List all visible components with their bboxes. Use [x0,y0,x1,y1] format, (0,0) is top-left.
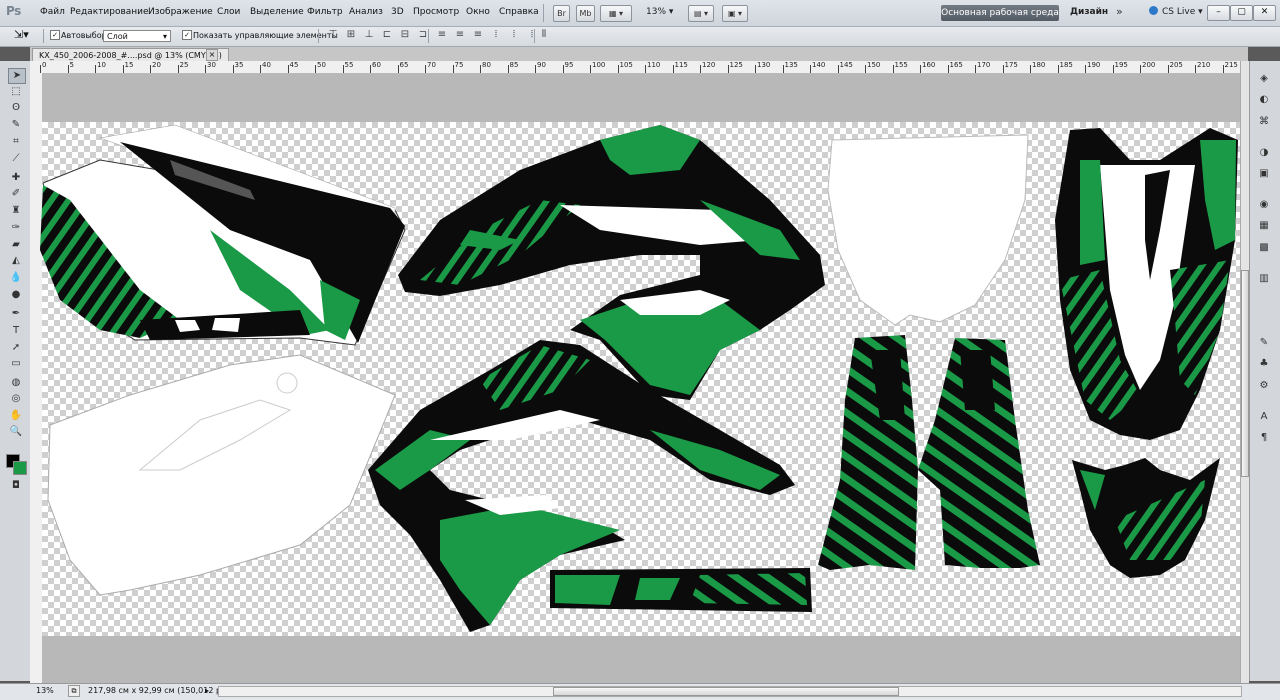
rear-side-panel-decal[interactable] [40,124,406,346]
character-panel-icon[interactable]: A [1256,410,1272,424]
horizontal-scroll-thumb[interactable] [553,687,899,696]
radiator-shroud-upper-decal[interactable] [398,125,825,400]
histogram-panel-icon[interactable]: ▥ [1256,272,1272,286]
front-fender-decal[interactable] [1055,128,1238,440]
color-panel-icon[interactable]: ◉ [1256,198,1272,212]
adjustments-panel-icon[interactable]: ◑ [1256,146,1272,160]
brush-presets-icon[interactable]: ✎ [1256,336,1272,350]
clone-source-icon[interactable]: ♣ [1256,357,1272,371]
masks-panel-icon[interactable]: ▣ [1256,167,1272,181]
channels-panel-icon[interactable]: ◐ [1256,93,1272,107]
rear-fender-decal[interactable] [1072,458,1220,578]
status-document-size: 217,98 см x 92,99 см (150,012 ppi) [88,686,232,695]
paragraph-panel-icon[interactable]: ¶ [1256,431,1272,445]
front-number-plate[interactable] [827,134,1029,326]
swatches-panel-icon[interactable]: ▦ [1256,219,1272,233]
fork-guard-left-decal[interactable] [818,335,918,570]
status-info-icon[interactable]: ⧉ [68,685,80,697]
artwork-layer [40,124,1238,632]
status-menu-arrow-icon[interactable]: ▸ [205,686,209,695]
blank-side-panel[interactable] [47,354,396,596]
bottom-strip-decal[interactable] [550,568,812,612]
vertical-scroll-thumb[interactable] [1241,270,1249,477]
status-zoom-field[interactable]: 13% [36,686,54,695]
layers-panel-icon[interactable]: ◈ [1256,72,1272,86]
paths-panel-icon[interactable]: ⌘ [1256,115,1272,129]
tool-presets-icon[interactable]: ⚙ [1256,379,1272,393]
fork-guard-right-decal[interactable] [918,338,1040,568]
styles-panel-icon[interactable]: ▩ [1256,241,1272,255]
